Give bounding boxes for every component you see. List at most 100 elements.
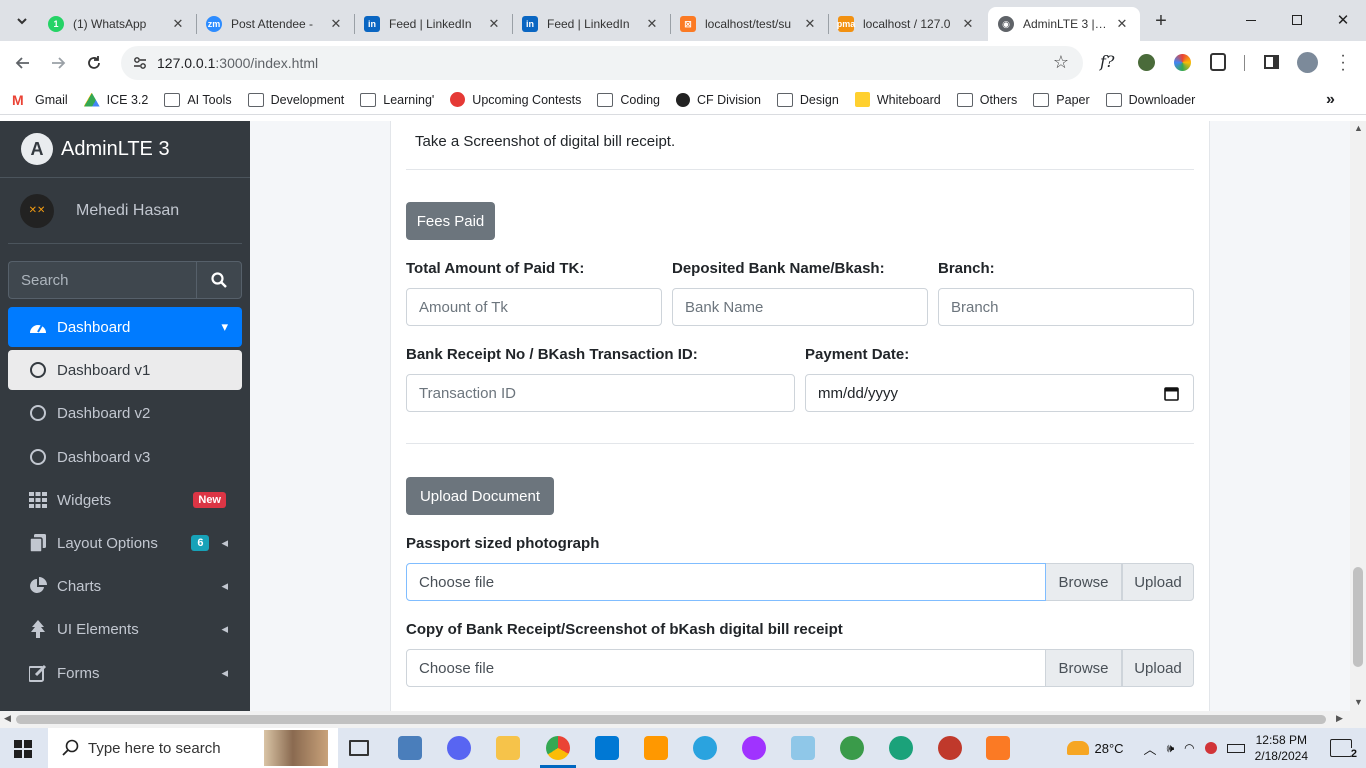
back-button[interactable] <box>10 50 36 76</box>
sidebar-item-ui-elements[interactable]: UI Elements ◂ <box>8 609 242 649</box>
sidebar-item-widgets[interactable]: Widgets New <box>8 480 242 520</box>
close-icon[interactable]: ✕ <box>644 16 660 32</box>
profile-avatar[interactable] <box>1297 52 1318 73</box>
restore-button[interactable] <box>1274 0 1320 40</box>
vscode-icon[interactable] <box>595 736 619 760</box>
sidebar-item-forms[interactable]: Forms ◂ <box>8 653 242 693</box>
file-explorer-icon[interactable] <box>496 736 520 760</box>
puzzle-icon[interactable] <box>1210 53 1226 71</box>
minimize-button[interactable] <box>1228 0 1274 40</box>
network-app-icon[interactable] <box>840 736 864 760</box>
passport-photo-file-input[interactable]: Choose file <box>406 563 1046 601</box>
tab-search-button[interactable] <box>8 8 36 34</box>
tab-post-attendee[interactable]: zm Post Attendee - ✕ <box>196 7 354 41</box>
wpm-icon[interactable] <box>938 736 962 760</box>
scroll-right-icon[interactable]: ▶ <box>1336 713 1343 724</box>
transaction-id-input[interactable]: Transaction ID <box>406 374 795 412</box>
more-bookmarks-icon[interactable]: » <box>1326 91 1335 109</box>
discord-icon[interactable] <box>447 736 471 760</box>
edge-icon[interactable] <box>889 736 913 760</box>
browse-button[interactable]: Browse <box>1046 649 1122 687</box>
task-view-icon[interactable] <box>349 740 369 756</box>
search-input[interactable]: Search <box>8 261 196 299</box>
bookmark-ice[interactable]: ICE 3.2 <box>83 92 148 107</box>
forward-button[interactable] <box>45 50 71 76</box>
fees-paid-button[interactable]: Fees Paid <box>406 202 495 240</box>
battery-icon[interactable] <box>1226 743 1245 753</box>
scroll-up-icon[interactable]: ▲ <box>1354 123 1363 133</box>
notepad-icon[interactable] <box>791 736 815 760</box>
xampp-icon[interactable] <box>986 736 1010 760</box>
user-panel[interactable]: ✕✕ Mehedi Hasan <box>8 178 242 244</box>
reload-button[interactable] <box>81 50 107 76</box>
tab-phpmyadmin[interactable]: pma localhost / 127.0 ✕ <box>828 7 986 41</box>
chrome-icon[interactable] <box>546 736 570 760</box>
tab-localhost-test[interactable]: ⊠ localhost/test/su ✕ <box>670 7 828 41</box>
bank-name-input[interactable]: Bank Name <box>672 288 928 326</box>
network-error-icon[interactable] <box>1204 742 1217 754</box>
bookmark-gmail[interactable]: M Gmail <box>12 92 68 108</box>
upload-button[interactable]: Upload <box>1122 563 1194 601</box>
scroll-down-icon[interactable]: ▼ <box>1354 697 1363 707</box>
notification-center[interactable]: 2 <box>1330 739 1357 760</box>
calendar-icon[interactable] <box>1164 386 1179 401</box>
bookmark-coding[interactable]: Coding <box>597 92 660 107</box>
bookmark-whiteboard[interactable]: Whiteboard <box>854 92 941 107</box>
scroll-thumb[interactable] <box>1353 567 1363 667</box>
weather-icon[interactable] <box>1066 741 1089 755</box>
sidebar-item-dashboard-v3[interactable]: Dashboard v3 <box>8 437 242 477</box>
receipt-copy-file-input[interactable]: Choose file <box>406 649 1046 687</box>
star-icon[interactable]: ☆ <box>1053 52 1069 73</box>
bookmark-others[interactable]: Others <box>956 92 1017 107</box>
sidebar-item-layout-options[interactable]: Layout Options 6 ◂ <box>8 523 242 563</box>
site-info-icon[interactable] <box>133 56 147 70</box>
amount-input[interactable]: Amount of Tk <box>406 288 662 326</box>
wifi-icon[interactable]: ◠ <box>1184 741 1194 755</box>
sidebar-item-charts[interactable]: Charts ◂ <box>8 566 242 606</box>
close-icon[interactable]: ✕ <box>960 16 976 32</box>
vertical-scrollbar[interactable]: ▲ ▼ <box>1350 121 1366 711</box>
close-icon[interactable]: ✕ <box>170 16 186 32</box>
upload-document-button[interactable]: Upload Document <box>406 477 554 515</box>
horizontal-scrollbar[interactable]: ◀ ▶ <box>0 711 1366 728</box>
upload-button[interactable]: Upload <box>1122 649 1194 687</box>
payment-date-input[interactable]: mm/dd/yyyy <box>805 374 1194 412</box>
bookmark-upcoming-contests[interactable]: Upcoming Contests <box>450 92 581 107</box>
weather-temp[interactable]: 28°C <box>1095 741 1124 756</box>
tab-whatsapp[interactable]: 1 (1) WhatsApp ✕ <box>38 7 196 41</box>
close-icon[interactable]: ✕ <box>802 16 818 32</box>
bookmark-cf-division[interactable]: CF Division <box>676 92 761 107</box>
volume-icon[interactable]: 🕪 <box>1167 741 1175 756</box>
bookmark-learning[interactable]: Learning' <box>360 92 434 107</box>
extension-icon-color[interactable] <box>1174 54 1191 71</box>
bookmark-paper[interactable]: Paper <box>1033 92 1090 107</box>
extension-icon-globe[interactable] <box>1138 54 1155 71</box>
sidebar-item-dashboard-v2[interactable]: Dashboard v2 <box>8 393 242 433</box>
sidepanel-icon[interactable] <box>1264 55 1279 69</box>
scroll-left-icon[interactable]: ◀ <box>4 713 11 724</box>
sidebar-item-dashboard[interactable]: Dashboard ▾ <box>8 307 242 347</box>
messenger-icon[interactable] <box>742 736 766 760</box>
bookmark-development[interactable]: Development <box>247 92 344 107</box>
user-name[interactable]: Mehedi Hasan <box>76 202 179 220</box>
scroll-thumb[interactable] <box>16 715 1326 724</box>
telegram-icon[interactable] <box>693 736 717 760</box>
calculator-icon[interactable] <box>398 736 422 760</box>
close-icon[interactable]: ✕ <box>486 16 502 32</box>
start-button[interactable] <box>14 740 32 758</box>
close-icon[interactable]: ✕ <box>328 16 344 32</box>
address-bar[interactable]: 127.0.0.1:3000/index.html ☆ <box>121 46 1083 80</box>
branch-input[interactable]: Branch <box>938 288 1194 326</box>
tab-linkedin-2[interactable]: in Feed | LinkedIn ✕ <box>512 7 670 41</box>
tab-adminlte[interactable]: ◉ AdminLTE 3 | Da ✕ <box>988 7 1140 41</box>
more-menu-icon[interactable]: · · · <box>1338 48 1348 78</box>
close-window-button[interactable]: ✕ <box>1320 0 1366 40</box>
search-button[interactable] <box>196 261 242 299</box>
new-tab-button[interactable]: + <box>1148 8 1174 34</box>
sublime-text-icon[interactable] <box>644 736 668 760</box>
tab-linkedin-1[interactable]: in Feed | LinkedIn ✕ <box>354 7 512 41</box>
sidebar-item-dashboard-v1[interactable]: Dashboard v1 <box>8 350 242 390</box>
taskbar-search[interactable]: Type here to search <box>48 728 338 768</box>
formula-extension-icon[interactable]: f? <box>1100 52 1115 71</box>
browse-button[interactable]: Browse <box>1046 563 1122 601</box>
